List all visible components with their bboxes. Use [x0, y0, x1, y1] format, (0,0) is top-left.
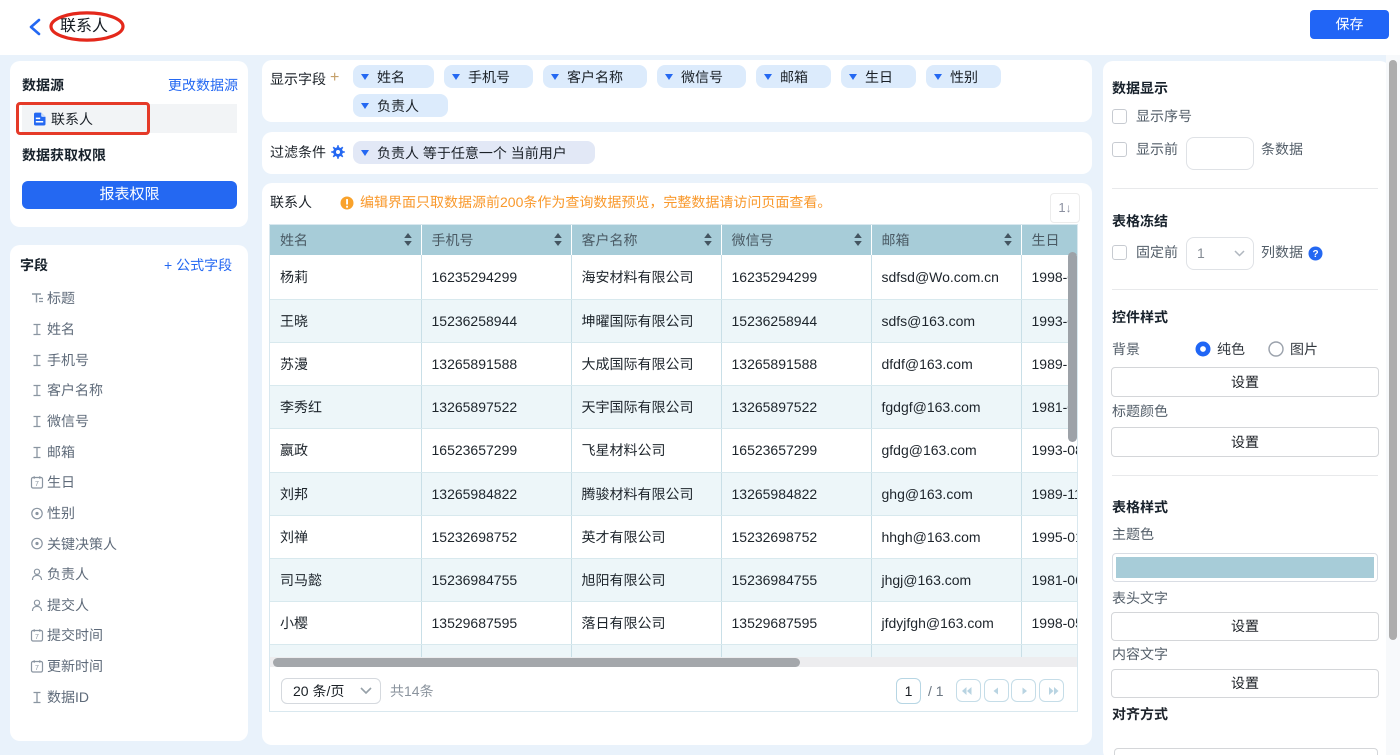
svg-text:7: 7: [35, 481, 39, 488]
svg-text:7: 7: [35, 634, 39, 641]
svg-text:?: ?: [1312, 249, 1318, 260]
svg-text:7: 7: [35, 665, 39, 672]
